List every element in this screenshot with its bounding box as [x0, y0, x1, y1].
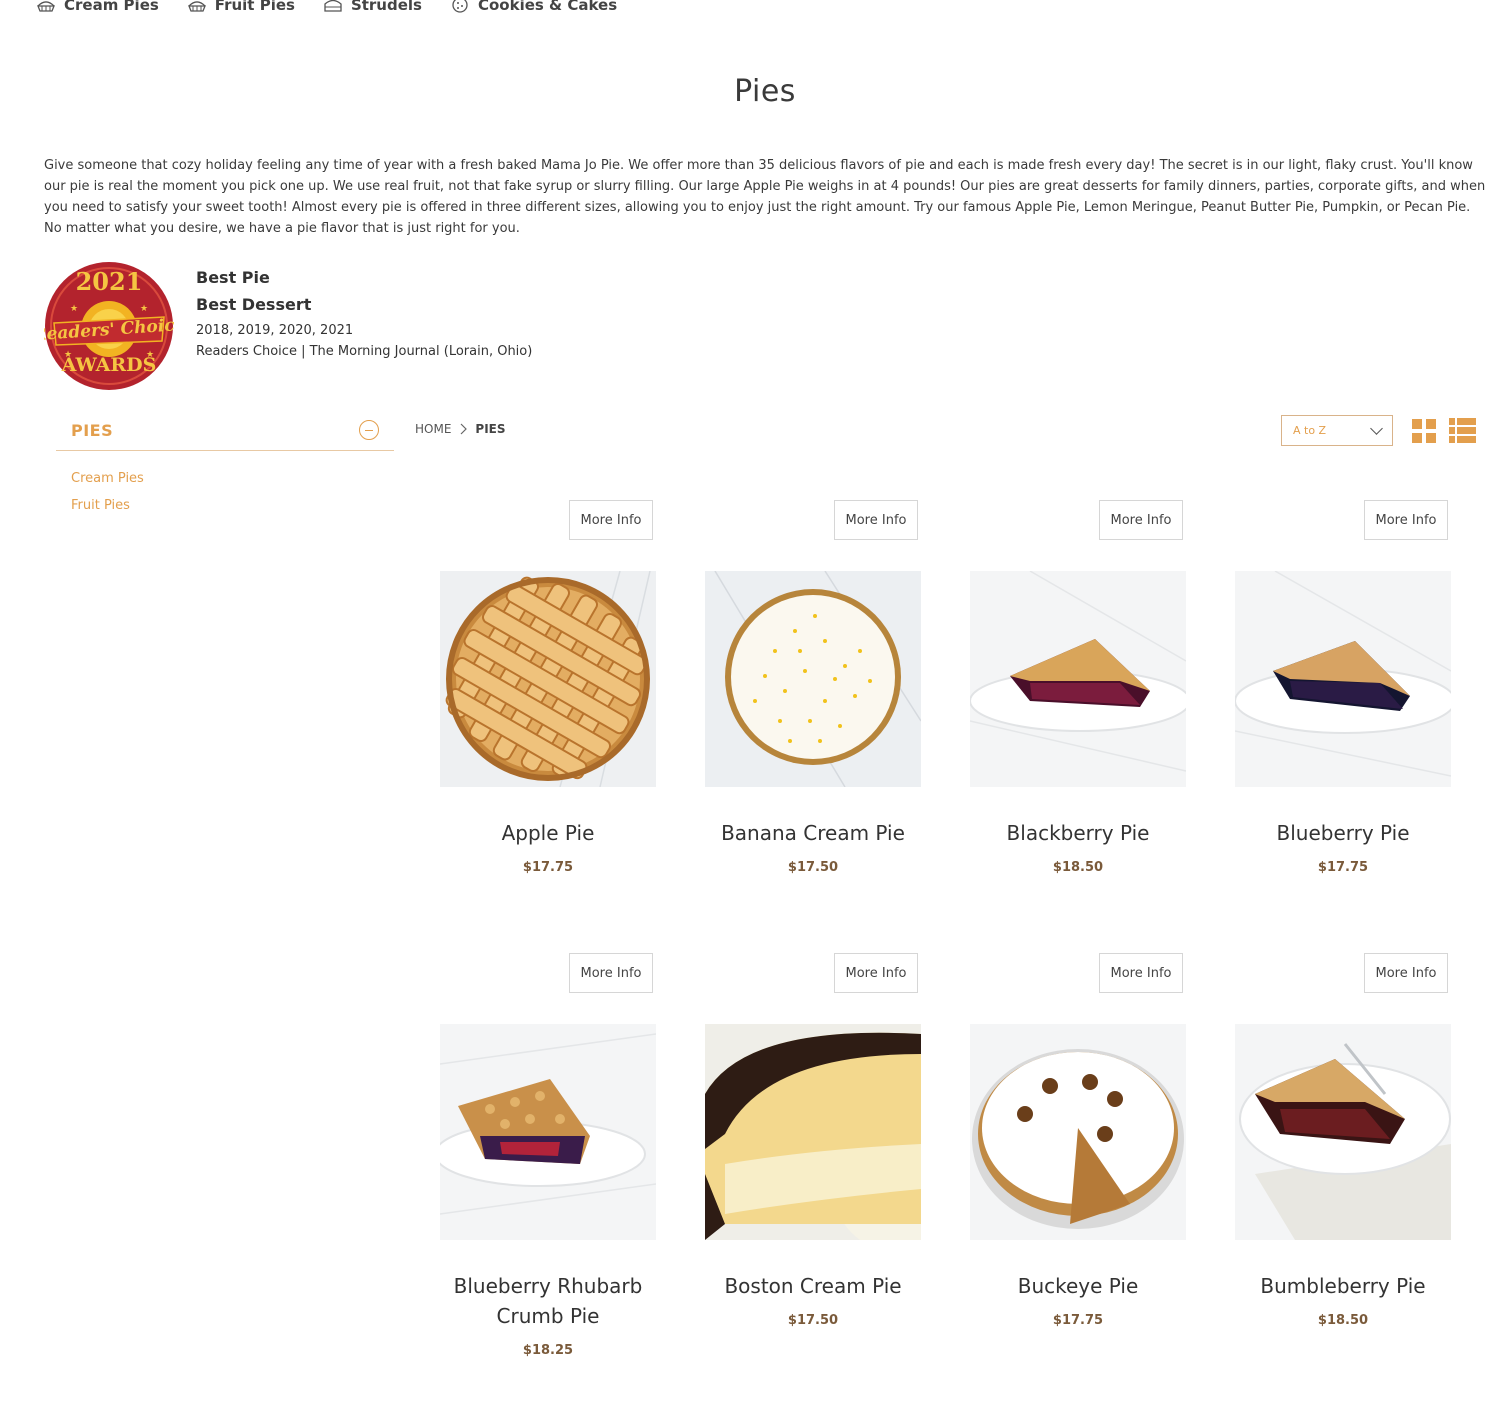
product-price: $17.75	[1317, 860, 1369, 875]
product-name[interactable]: Blackberry Pie	[958, 818, 1198, 848]
strudel-icon	[324, 0, 342, 12]
more-info-button[interactable]: More Info	[834, 953, 918, 993]
product-price: $18.50	[1317, 1313, 1369, 1328]
more-info-button[interactable]: More Info	[1364, 953, 1448, 993]
product-name[interactable]: Buckeye Pie	[958, 1271, 1198, 1301]
product-price: $17.75	[1052, 1313, 1104, 1328]
nav-strudels[interactable]: Strudels	[323, 0, 422, 14]
category-description: Give someone that cozy holiday feeling a…	[44, 158, 1486, 236]
sidebar-link-cream-pies[interactable]: Cream Pies	[71, 471, 379, 486]
pie-icon	[37, 1, 55, 12]
top-category-nav: Cream Pies Fruit Pies Strudels Cookies &…	[36, 0, 617, 16]
product-price: $18.25	[522, 1343, 574, 1358]
more-info-button[interactable]: More Info	[1099, 953, 1183, 993]
product-image-apple-pie[interactable]	[440, 571, 656, 787]
svg-text:★: ★	[64, 350, 72, 360]
product-name[interactable]: Bumbleberry Pie	[1223, 1271, 1463, 1301]
sort-select[interactable]: A to Z	[1281, 415, 1393, 446]
award-source: Readers Choice | The Morning Journal (Lo…	[196, 344, 533, 359]
more-info-button[interactable]: More Info	[1099, 500, 1183, 540]
sidebar-link-fruit-pies[interactable]: Fruit Pies	[71, 498, 379, 513]
readers-choice-award-badge: 2021 Readers' Choice AWARDS ★ ★ ★ ★	[44, 262, 174, 390]
nav-label: Fruit Pies	[214, 0, 295, 14]
product-image-bumbleberry-pie[interactable]	[1235, 1024, 1451, 1240]
award-text: Best Pie Best Dessert 2018, 2019, 2020, …	[196, 261, 532, 391]
svg-text:2021: 2021	[76, 267, 143, 296]
award-block: 2021 Readers' Choice AWARDS ★ ★ ★ ★ Best…	[44, 261, 532, 391]
cookie-icon	[452, 0, 468, 13]
nav-cookies-cakes[interactable]: Cookies & Cakes	[450, 0, 617, 14]
product-name[interactable]: Boston Cream Pie	[693, 1271, 933, 1301]
more-info-button[interactable]: More Info	[834, 500, 918, 540]
product-name[interactable]: Apple Pie	[428, 818, 668, 848]
page-title: Pies	[734, 74, 796, 109]
chevron-down-icon	[1370, 422, 1383, 435]
product-image-blackberry-pie[interactable]	[970, 571, 1186, 787]
product-image-buckeye-pie[interactable]	[970, 1024, 1186, 1240]
collapse-icon[interactable]	[359, 420, 379, 440]
award-years: 2018, 2019, 2020, 2021	[196, 323, 354, 338]
more-info-button[interactable]: More Info	[569, 953, 653, 993]
product-image-blueberry-rhubarb-crumb-pie[interactable]	[440, 1024, 656, 1240]
svg-text:AWARDS: AWARDS	[61, 354, 157, 376]
product-price: $17.75	[522, 860, 574, 875]
breadcrumb: HOME PIES	[415, 422, 506, 436]
svg-text:★: ★	[146, 350, 154, 360]
more-info-button[interactable]: More Info	[1364, 500, 1448, 540]
more-info-button[interactable]: More Info	[569, 500, 653, 540]
nav-cream-pies[interactable]: Cream Pies	[36, 0, 159, 14]
product-name[interactable]: Banana Cream Pie	[693, 818, 933, 848]
breadcrumb-current: PIES	[475, 422, 506, 436]
list-view-icon[interactable]	[1449, 418, 1476, 444]
product-image-boston-cream-pie[interactable]	[705, 1024, 921, 1240]
award-title-1: Best Pie	[196, 268, 270, 287]
sidebar-header: PIES	[56, 410, 394, 451]
product-image-blueberry-pie[interactable]	[1235, 571, 1451, 787]
product-name[interactable]: Blueberry Pie	[1223, 818, 1463, 848]
sidebar-links: Cream Pies Fruit Pies	[56, 451, 394, 513]
nav-fruit-pies[interactable]: Fruit Pies	[187, 0, 295, 14]
grid-view-icon[interactable]	[1412, 419, 1436, 443]
svg-text:★: ★	[140, 304, 148, 314]
pie-icon	[187, 1, 206, 12]
product-price: $18.50	[1052, 860, 1104, 875]
product-name[interactable]: Blueberry Rhubarb Crumb Pie	[428, 1271, 668, 1331]
product-price: $17.50	[787, 860, 839, 875]
nav-label: Cookies & Cakes	[477, 0, 618, 14]
product-price: $17.50	[787, 1313, 839, 1328]
award-title-2: Best Dessert	[196, 295, 312, 314]
breadcrumb-home[interactable]: HOME	[415, 422, 451, 436]
chevron-right-icon	[460, 423, 468, 435]
category-sidebar: PIES Cream Pies Fruit Pies	[56, 410, 394, 525]
sort-selected-value: A to Z	[1293, 424, 1327, 437]
svg-text:★: ★	[70, 304, 78, 314]
nav-label: Cream Pies	[64, 0, 159, 14]
product-image-banana-cream-pie[interactable]	[705, 571, 921, 787]
sidebar-title: PIES	[71, 420, 114, 440]
nav-label: Strudels	[350, 0, 422, 14]
